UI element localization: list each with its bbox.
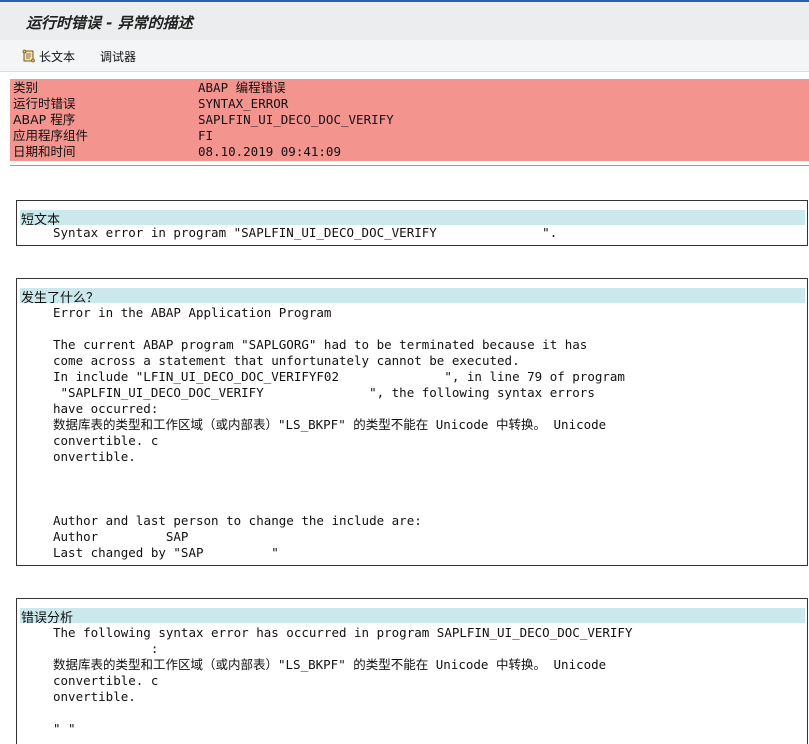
text-line: " " [53,721,76,736]
text-line: In include "LFIN_UI_DECO_DOC_VERIFYF02 "… [53,369,625,384]
text-line: Error in the ABAP Application Program [53,305,332,320]
info-label: 日期和时间 [13,144,76,159]
text-line: Author and last person to change the inc… [53,513,422,528]
info-value: FI [198,128,214,143]
text-line: : [53,641,159,656]
what-happened-panel: 发生了什么？ Error in the ABAP Application Pro… [16,278,808,566]
info-label: ABAP 程序 [13,112,76,127]
short-text-heading-bar: 短文本 [20,210,805,228]
divider [10,165,809,166]
section-heading: 发生了什么？ [21,291,100,306]
info-row-component: 应用程序组件 FI [13,128,809,144]
text-line: "SAPLFIN_UI_DECO_DOC_VERIFY ", the follo… [53,385,595,400]
text-line: 数据库表的类型和工作区域（或内部表）"LS_BKPF" 的类型不能在 Unico… [53,657,607,672]
info-row-abap-program: ABAP 程序 SAPLFIN_UI_DECO_DOC_VERIFY [13,112,809,128]
text-line: convertible. c [53,433,159,448]
text-line: have occurred: [53,401,159,416]
window-title: 运行时错误 - 异常的描述 [26,14,193,32]
long-text-button[interactable]: 长文本 [22,47,75,65]
error-analysis-heading-bar: 错误分析 [20,608,805,626]
debugger-button[interactable]: 调试器 [100,47,136,65]
section-heading: 错误分析 [21,611,74,626]
short-text-panel: 短文本 Syntax error in program "SAPLFIN_UI_… [16,200,808,246]
text-line: convertible. c [53,673,159,688]
long-text-label: 长文本 [39,49,76,64]
error-info-block: 类别 ABAP 编程错误 运行时错误 SYNTAX_ERROR ABAP 程序 … [10,79,809,161]
info-label: 应用程序组件 [13,128,89,143]
debugger-label: 调试器 [100,49,137,64]
text-line: Syntax error in program "SAPLFIN_UI_DECO… [53,225,558,240]
info-value: 08.10.2019 09:41:09 [198,144,341,159]
toolbar: 长文本 调试器 [0,40,809,72]
text-line: onvertible. [53,449,136,464]
what-happened-heading-bar: 发生了什么？ [20,288,805,306]
text-line: The following syntax error has occurred … [53,625,633,640]
info-label: 运行时错误 [13,96,76,111]
text-line: The current ABAP program "SAPLGORG" had … [53,337,588,352]
info-value: SAPLFIN_UI_DECO_DOC_VERIFY [198,112,394,127]
info-value: ABAP 编程错误 [198,80,286,95]
info-row-runtime-error: 运行时错误 SYNTAX_ERROR [13,96,809,112]
info-value: SYNTAX_ERROR [198,96,289,111]
text-line: come across a statement that unfortunate… [53,353,520,368]
error-analysis-panel: 错误分析 The following syntax error has occu… [16,598,808,744]
text-line: Author SAP [53,529,189,544]
title-bar: 运行时错误 - 异常的描述 [0,0,809,40]
info-row-datetime: 日期和时间 08.10.2019 09:41:09 [13,144,809,160]
scroll-document-icon [22,49,36,63]
text-line: onvertible. [53,689,136,704]
info-label: 类别 [13,80,39,95]
text-line: 数据库表的类型和工作区域（或内部表）"LS_BKPF" 的类型不能在 Unico… [53,417,607,432]
text-line: Last changed by "SAP " [53,545,279,560]
info-row-category: 类别 ABAP 编程错误 [13,80,809,96]
